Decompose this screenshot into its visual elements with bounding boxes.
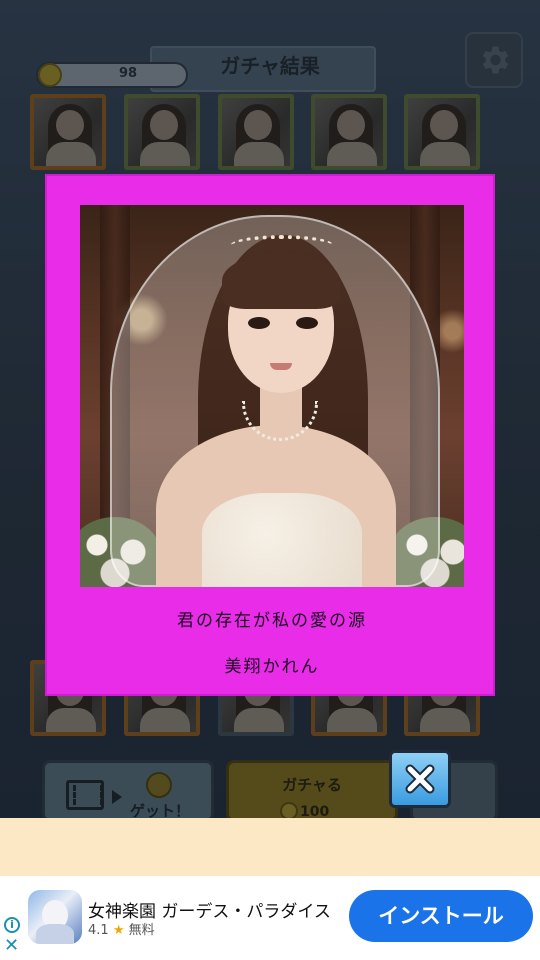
rating-value: 4.1 [88,923,109,938]
install-button[interactable]: インストール [349,890,533,942]
result-card: 君の存在が私の愛の源 美翔かれん [45,174,495,696]
close-button[interactable] [389,750,451,808]
play-arrow-icon [112,790,122,804]
gacha-result-screen: ガチャ結果 98 ゲット！ ガチャる 100 君の存在が私の愛の源 美翔かれん … [0,0,540,960]
app-icon[interactable] [28,890,82,944]
gacha-thumb[interactable] [218,94,294,170]
ad-rating: 4.1 ★ 無料 [88,919,155,938]
ad-spacer [0,818,540,876]
coin-icon [38,63,62,87]
ad-price: 無料 [128,923,155,938]
star-icon: ★ [112,923,125,938]
gacha-thumb[interactable] [404,94,480,170]
character-photo [80,205,464,587]
gacha-thumb[interactable] [124,94,200,170]
gacha-thumb[interactable] [311,94,387,170]
character-name: 美翔かれん [224,657,320,677]
settings-button[interactable] [465,32,523,88]
close-icon [405,764,435,794]
coin-icon [146,772,172,798]
gear-icon [482,46,509,74]
film-icon [66,780,104,810]
ad-close-icon[interactable]: ✕ [4,937,19,955]
gacha-button-label: ガチャる [282,776,342,794]
gacha-thumb[interactable] [30,94,106,170]
coin-count: 98 [118,66,138,81]
character-quote: 君の存在が私の愛の源 [177,611,367,631]
info-icon[interactable]: i [4,917,20,933]
